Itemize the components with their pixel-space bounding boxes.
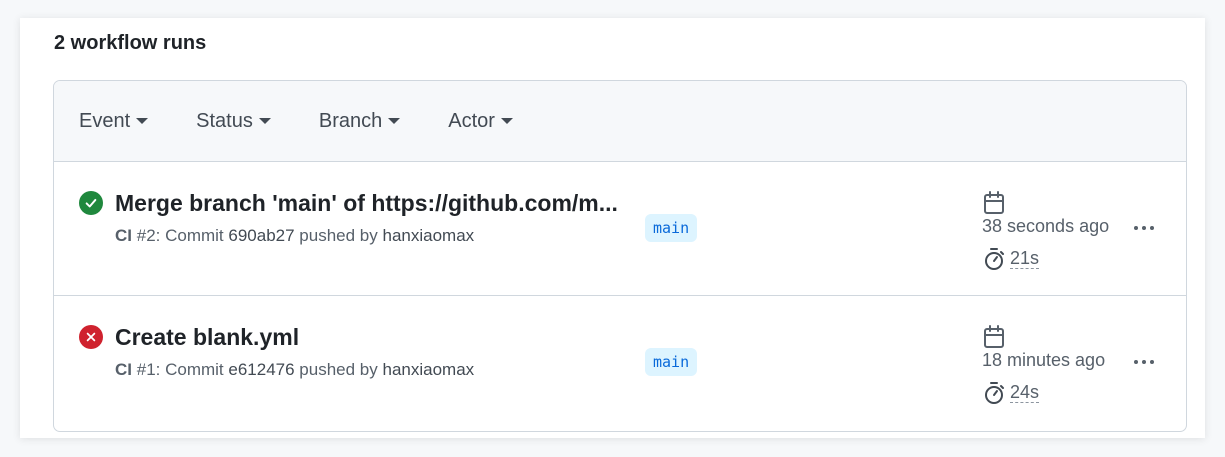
run-title-link[interactable]: Create blank.yml — [115, 322, 299, 352]
run-time: 18 minutes ago — [982, 350, 1106, 370]
event-filter[interactable]: Event — [79, 109, 149, 133]
filter-bar: Event Status Branch Actor — [54, 81, 1186, 162]
workflow-name: CI — [115, 226, 132, 245]
calendar-icon — [984, 325, 1004, 348]
commit-prefix: : Commit — [155, 226, 229, 245]
run-number: #1 — [136, 360, 156, 379]
workflow-run-row: Merge branch 'main' of https://github.co… — [54, 162, 1186, 296]
run-meta: CI #2: Commit 690ab27 pushed by hanxiaom… — [115, 226, 474, 246]
caret-down-icon — [258, 118, 271, 124]
actor-link[interactable]: hanxiaomax — [382, 226, 474, 245]
check-circle-fill-icon — [79, 191, 103, 215]
pushed-by-text: pushed by — [294, 226, 383, 245]
run-number: #2 — [136, 226, 156, 245]
stopwatch-icon — [985, 382, 1004, 404]
workflow-runs-list: Event Status Branch Actor Merge branch '… — [53, 80, 1187, 432]
run-meta: CI #1: Commit e612476 pushed by hanxiaom… — [115, 360, 474, 380]
actor-link[interactable]: hanxiaomax — [382, 360, 474, 379]
workflow-runs-count: 2 workflow runs — [54, 32, 207, 54]
caret-down-icon — [388, 118, 401, 124]
run-duration: 21s — [1010, 248, 1040, 269]
run-duration: 24s — [1010, 382, 1040, 403]
x-circle-fill-icon — [79, 325, 103, 349]
status-filter[interactable]: Status — [196, 110, 271, 133]
stopwatch-icon — [985, 248, 1004, 270]
branch-label[interactable]: main — [645, 348, 698, 376]
kebab-horizontal-icon[interactable] — [1128, 350, 1160, 374]
kebab-horizontal-icon[interactable] — [1128, 216, 1160, 240]
event-filter-label: Event — [79, 109, 131, 132]
calendar-icon — [984, 191, 1004, 214]
run-time: 38 seconds ago — [982, 216, 1110, 236]
workflow-run-row: Create blank.yml CI #1: Commit e612476 p… — [54, 296, 1186, 430]
commit-sha-link[interactable]: 690ab27 — [228, 226, 294, 245]
pushed-by-text: pushed by — [294, 360, 383, 379]
workflow-runs-card: 2 workflow runs Event Status Branch Acto… — [20, 18, 1205, 438]
caret-down-icon — [136, 118, 149, 124]
branch-filter[interactable]: Branch — [318, 109, 401, 133]
workflow-name: CI — [115, 360, 132, 379]
branch-filter-label: Branch — [318, 109, 383, 132]
commit-sha-link[interactable]: e612476 — [228, 360, 294, 379]
run-title-link[interactable]: Merge branch 'main' of https://github.co… — [115, 188, 618, 218]
caret-down-icon — [500, 118, 513, 124]
actor-filter[interactable]: Actor — [448, 110, 513, 133]
branch-label[interactable]: main — [645, 214, 698, 242]
commit-prefix: : Commit — [155, 360, 229, 379]
actor-filter-label: Actor — [448, 109, 495, 132]
status-filter-label: Status — [196, 109, 253, 132]
